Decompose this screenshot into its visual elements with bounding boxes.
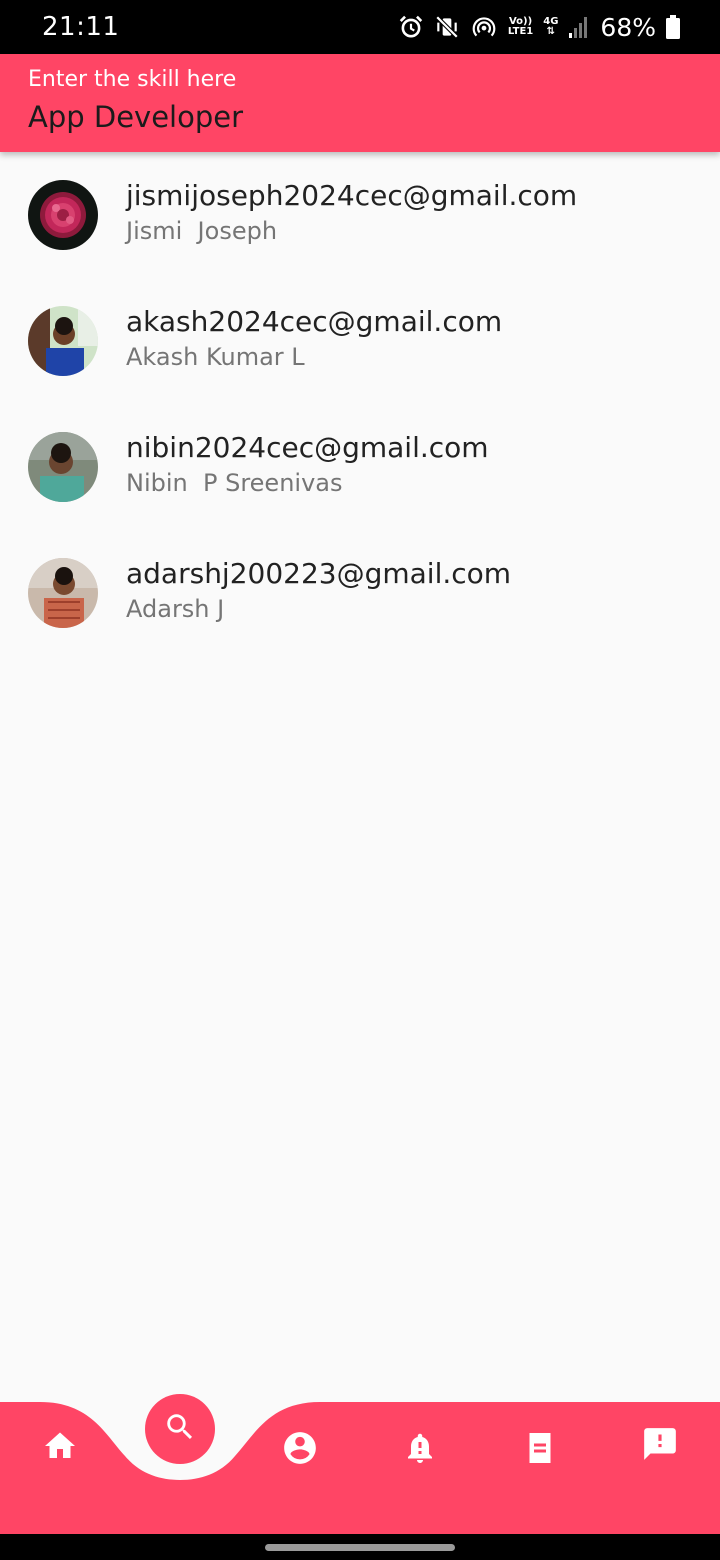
nav-profile-button[interactable]	[268, 1416, 332, 1480]
user-email: adarshj200223@gmail.com	[126, 557, 512, 590]
user-name: Adarsh J	[126, 595, 225, 623]
user-name: Akash Kumar L	[126, 343, 305, 371]
hotspot-icon	[470, 14, 498, 40]
avatar	[28, 558, 98, 628]
nav-search-button[interactable]	[145, 1394, 215, 1464]
battery-icon	[666, 15, 680, 39]
avatar	[28, 306, 98, 376]
nav-documents-button[interactable]	[508, 1416, 572, 1480]
bell-alert-icon	[402, 1430, 438, 1466]
feedback-icon	[641, 1425, 679, 1463]
nav-feedback-button[interactable]	[628, 1412, 692, 1476]
skill-search-input[interactable]: App Developer	[28, 100, 688, 134]
user-email: jismijoseph2024cec@gmail.com	[126, 179, 578, 212]
avatar	[28, 432, 98, 502]
home-gesture-bar[interactable]	[265, 1544, 455, 1551]
user-name: Nibin P Sreenivas	[126, 469, 343, 497]
search-app-bar: Enter the skill here App Developer	[0, 54, 720, 152]
nav-home-button[interactable]	[28, 1414, 92, 1478]
alarm-icon	[398, 14, 424, 40]
list-item[interactable]: nibin2024cec@gmail.com Nibin P Sreenivas	[0, 404, 720, 530]
home-icon	[42, 1428, 78, 1464]
volte-indicator: Vo)) LTE1	[508, 17, 533, 37]
search-icon	[163, 1410, 197, 1449]
network-type-indicator: 4G ⇅	[543, 17, 558, 37]
bottom-nav-background	[0, 1402, 720, 1534]
account-icon	[281, 1429, 319, 1467]
list-item[interactable]: adarshj200223@gmail.com Adarsh J	[0, 530, 720, 656]
nav-notifications-button[interactable]	[388, 1416, 452, 1480]
user-name: Jismi Joseph	[126, 217, 278, 245]
avatar	[28, 180, 98, 250]
data-arrows-icon: ⇅	[546, 26, 556, 37]
status-time: 21:11	[42, 12, 120, 42]
status-icons: Vo)) LTE1 4G ⇅ 68%	[398, 10, 680, 44]
bottom-navigation	[0, 1394, 720, 1534]
search-field-label: Enter the skill here	[28, 67, 237, 92]
list-item[interactable]: akash2024cec@gmail.com Akash Kumar L	[0, 278, 720, 404]
user-email: akash2024cec@gmail.com	[126, 305, 503, 338]
volte-bottom-label: LTE1	[507, 26, 534, 37]
battery-percent: 68%	[600, 12, 656, 42]
user-email: nibin2024cec@gmail.com	[126, 431, 489, 464]
list-item[interactable]: jismijoseph2024cec@gmail.com Jismi Josep…	[0, 152, 720, 278]
system-navigation-bar	[0, 1534, 720, 1560]
user-result-list: jismijoseph2024cec@gmail.com Jismi Josep…	[0, 152, 720, 656]
vibrate-off-icon	[434, 14, 460, 40]
signal-icon	[568, 15, 590, 39]
document-icon	[522, 1429, 558, 1467]
status-bar: 21:11 Vo)) LTE1 4G ⇅ 68%	[0, 0, 720, 54]
